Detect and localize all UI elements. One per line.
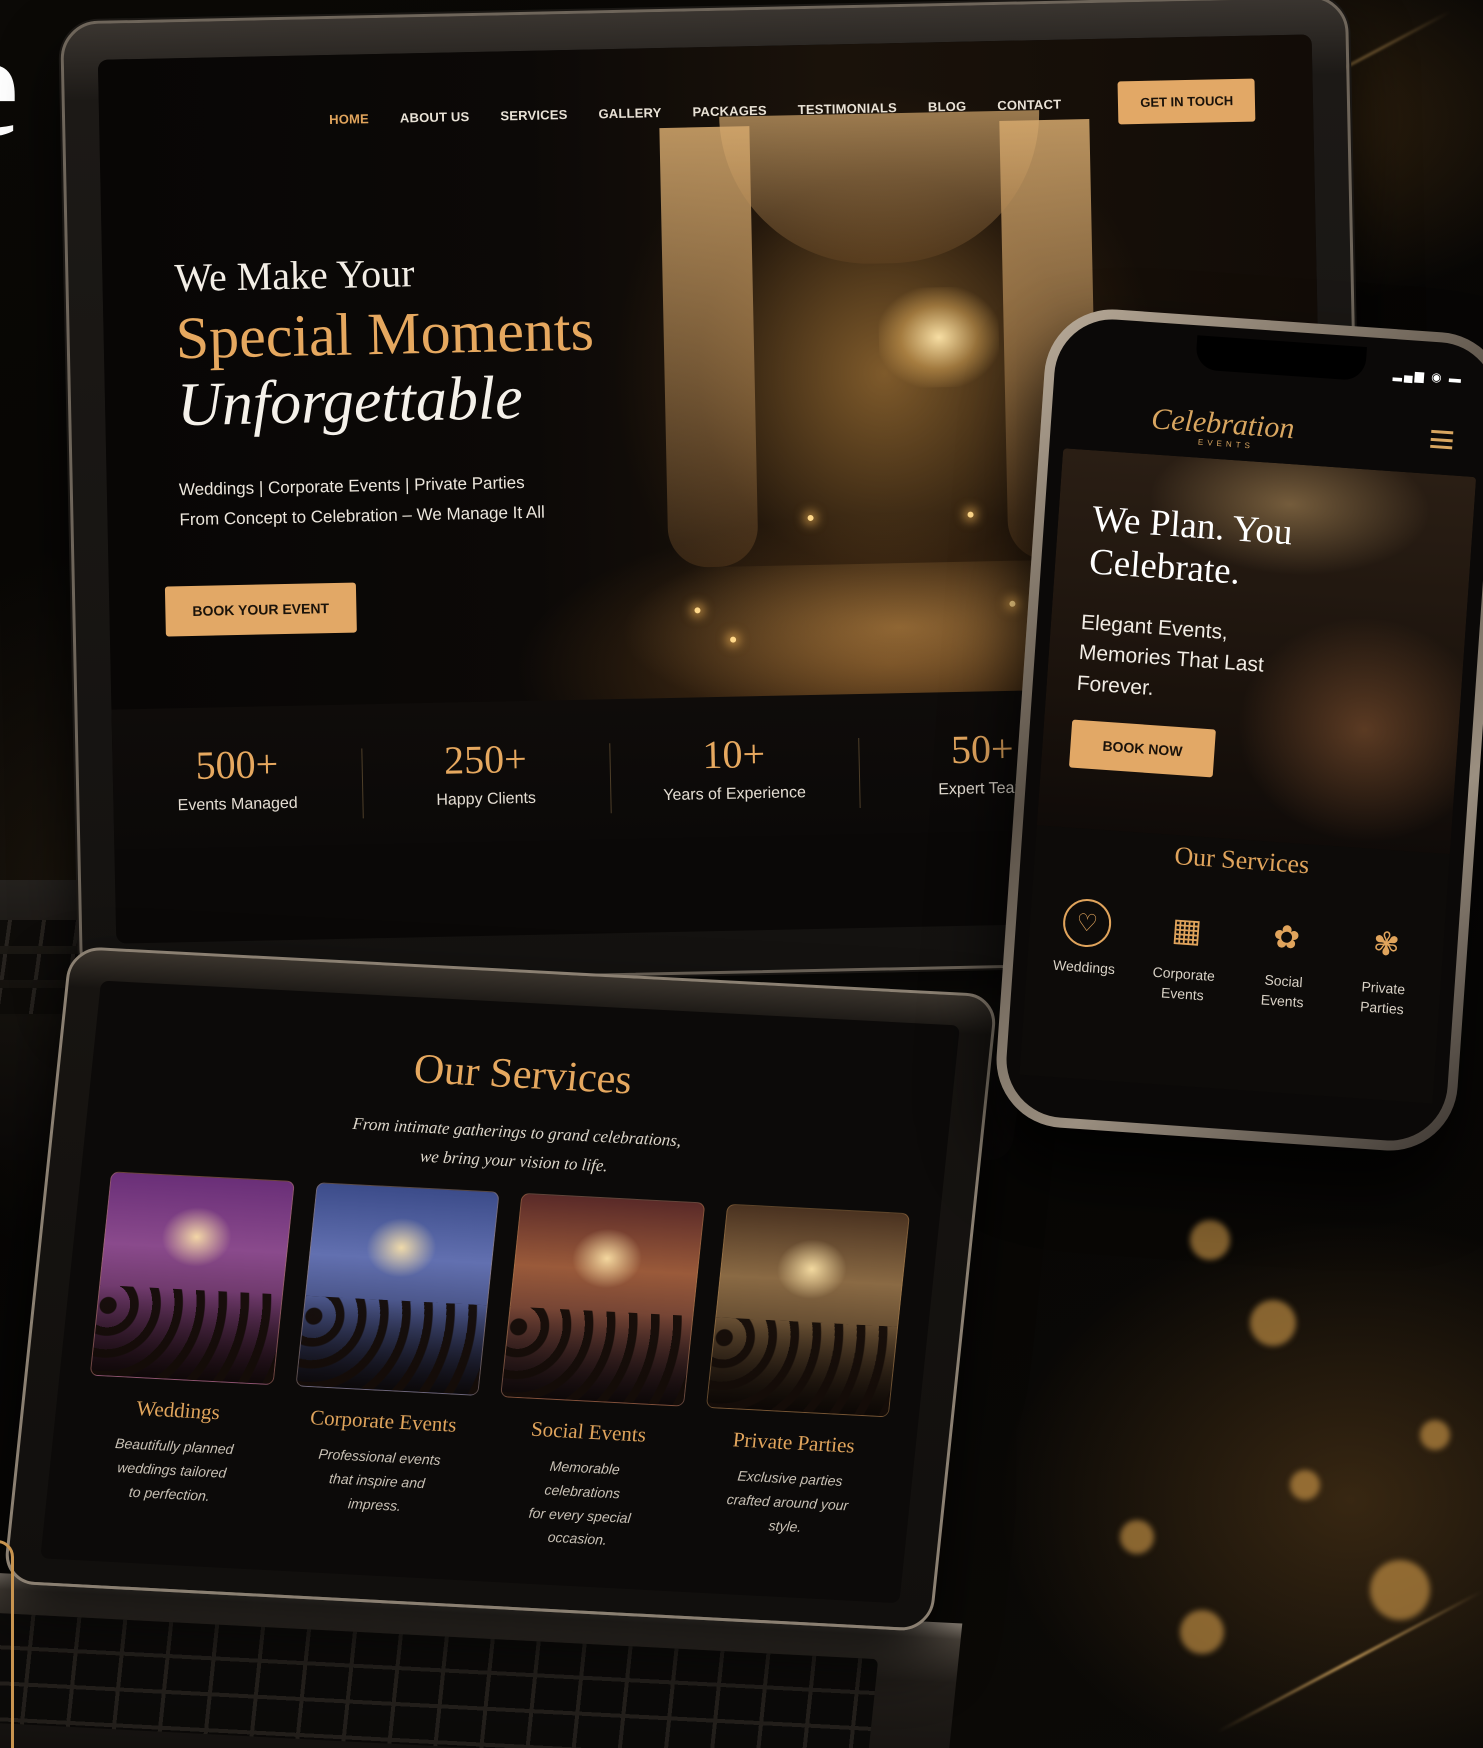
mobile-service-weddings[interactable]: ♡ Weddings xyxy=(1039,896,1132,1000)
stat-value: 250+ xyxy=(443,735,528,783)
candle xyxy=(1009,600,1016,607)
stat-label: Events Managed xyxy=(177,794,298,814)
chandelier-glow xyxy=(363,1215,440,1280)
signal-wifi-battery-icon: ▂▄▆ ◉ ▬ xyxy=(1392,367,1464,386)
chandelier xyxy=(877,286,1000,389)
service-card-weddings[interactable]: Weddings Beautifully planned weddings ta… xyxy=(74,1171,295,1534)
service-description: Professional events that inspire and imp… xyxy=(282,1441,473,1522)
service-name: Social Events xyxy=(529,1416,648,1447)
stat-value: 500+ xyxy=(195,740,279,788)
stat-label: Years of Experience xyxy=(663,783,807,804)
hamburger-menu-icon[interactable] xyxy=(1430,429,1454,450)
ribbon-icon: ✾ xyxy=(1371,925,1402,963)
mobile-service-social-events[interactable]: ✿ Social Events xyxy=(1239,910,1332,1014)
hero-text: We Make Your Special Moments Unforgettab… xyxy=(174,245,598,534)
nav-about-us[interactable]: ABOUT US xyxy=(400,109,470,125)
service-name: Private Parties xyxy=(731,1427,856,1458)
stats-bar: 500+ Events Managed 250+ Happy Clients 1… xyxy=(111,688,1109,850)
services-screen: Our Services From intimate gatherings to… xyxy=(40,980,960,1604)
private-parties-image xyxy=(705,1203,911,1418)
stat-years-experience: 10+ Years of Experience xyxy=(609,728,859,806)
mockup-stage: e xyxy=(0,0,1483,1748)
mobile-hero-title: We Plan. You Celebrate. xyxy=(1088,498,1294,597)
book-your-event-button[interactable]: BOOK YOUR EVENT xyxy=(164,582,357,637)
service-description: Exclusive parties crafted around your st… xyxy=(692,1463,883,1544)
service-description-line: Memorable celebrations xyxy=(543,1457,621,1502)
laptop-bezel: Our Services From intimate gatherings to… xyxy=(2,945,999,1632)
guests-silhouette xyxy=(501,1306,692,1406)
candle xyxy=(694,607,701,614)
bokeh-light xyxy=(1120,1520,1154,1554)
mobile-service-private-parties[interactable]: ✾ Private Parties xyxy=(1338,917,1431,1021)
nav-packages[interactable]: PACKAGES xyxy=(692,102,767,119)
bokeh-light xyxy=(1250,1300,1296,1346)
mobile-service-label: Corporate Events xyxy=(1139,961,1228,1007)
candle xyxy=(967,511,974,518)
bokeh-light xyxy=(1190,1220,1230,1260)
mobile-service-label: Weddings xyxy=(1040,954,1127,980)
building-icon: ▦ xyxy=(1170,911,1204,950)
nav-gallery[interactable]: GALLERY xyxy=(598,105,661,121)
corporate-events-image xyxy=(294,1182,500,1396)
keyboard-keys xyxy=(0,1612,879,1748)
bokeh-light xyxy=(1370,1560,1430,1620)
mobile-service-label-line: Weddings xyxy=(1052,956,1116,978)
guests-silhouette xyxy=(90,1284,282,1385)
mobile-phone: ▂▄▆ ◉ ▬ Celebration EVENTS We Plan. You … xyxy=(991,304,1483,1156)
bokeh-light xyxy=(1420,1420,1450,1450)
service-name: Weddings xyxy=(135,1396,222,1425)
stat-label: Happy Clients xyxy=(436,789,537,809)
service-description: Beautifully planned weddings tailored to… xyxy=(76,1430,267,1511)
stat-events-managed: 500+ Events Managed xyxy=(112,738,362,816)
phone-notch xyxy=(1195,335,1367,382)
chandelier-glow xyxy=(158,1205,235,1269)
mobile-service-label: Social Events xyxy=(1239,968,1328,1014)
nav-blog[interactable]: BLOG xyxy=(928,98,967,114)
hero-title-line3: Unforgettable xyxy=(176,363,524,440)
flower-icon: ✿ xyxy=(1272,918,1302,956)
weddings-image xyxy=(89,1171,295,1386)
guests-silhouette xyxy=(706,1317,898,1417)
cropped-card-edge xyxy=(0,1540,14,1748)
mobile-screen: ▂▄▆ ◉ ▬ Celebration EVENTS We Plan. You … xyxy=(1002,315,1483,1145)
mobile-service-corporate-events[interactable]: ▦ Corporate Events xyxy=(1139,903,1232,1007)
nav-services[interactable]: SERVICES xyxy=(500,106,567,122)
chandelier-glow xyxy=(568,1226,645,1291)
get-in-touch-button[interactable]: GET IN TOUCH xyxy=(1117,78,1256,124)
service-card-private-parties[interactable]: Private Parties Exclusive parties crafte… xyxy=(690,1203,911,1567)
mobile-hero-subtitle: Elegant Events, Memories That Last Forev… xyxy=(1076,608,1267,712)
hero-title-line1: We Make Your xyxy=(173,250,415,301)
service-description: Memorable celebrations for every special… xyxy=(484,1452,677,1556)
nav-testimonials[interactable]: TESTIMONIALS xyxy=(798,100,897,117)
hero-subtitle: Weddings | Corporate Events | Private Pa… xyxy=(179,467,598,535)
book-now-button[interactable]: BOOK NOW xyxy=(1068,719,1217,778)
light-streak xyxy=(1216,1589,1483,1734)
chandelier-glow xyxy=(773,1237,851,1301)
nav-contact[interactable]: CONTACT xyxy=(997,96,1061,112)
stat-value: 10+ xyxy=(702,730,766,777)
candle xyxy=(730,636,737,643)
candle xyxy=(807,514,814,522)
mobile-service-label: Private Parties xyxy=(1338,975,1427,1021)
service-cards: Weddings Beautifully planned weddings ta… xyxy=(74,1171,911,1567)
hero-title-line2: Special Moments xyxy=(174,296,595,372)
heart-icon: ♡ xyxy=(1061,897,1113,949)
service-card-social-events[interactable]: Social Events Memorable celebrations for… xyxy=(484,1192,705,1556)
cropped-heading: e xyxy=(0,10,19,160)
service-card-corporate-events[interactable]: Corporate Events Professional events tha… xyxy=(279,1182,500,1545)
service-name: Corporate Events xyxy=(309,1405,458,1437)
phone-frame: ▂▄▆ ◉ ▬ Celebration EVENTS We Plan. You … xyxy=(991,304,1483,1156)
drape xyxy=(719,110,1043,267)
social-events-image xyxy=(500,1192,705,1407)
nav-home[interactable]: HOME xyxy=(329,111,369,127)
guests-silhouette xyxy=(296,1295,487,1395)
bokeh-light xyxy=(1290,1470,1320,1500)
bokeh-light xyxy=(1180,1610,1224,1654)
stat-happy-clients: 250+ Happy Clients xyxy=(361,733,611,811)
services-laptop: Our Services From intimate gatherings to… xyxy=(0,932,1059,1748)
